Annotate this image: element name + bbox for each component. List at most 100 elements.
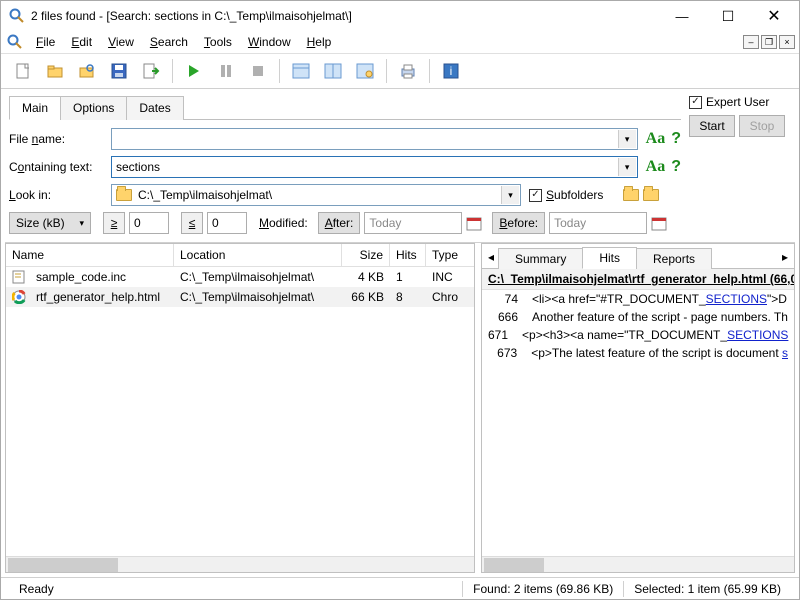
menu-edit[interactable]: Edit: [64, 33, 99, 51]
table-row[interactable]: rtf_generator_help.html C:\_Temp\ilmaiso…: [6, 287, 474, 307]
h-scrollbar[interactable]: [482, 556, 794, 572]
start-button-icon[interactable]: [180, 57, 208, 85]
file-name-label: File name:: [9, 132, 111, 146]
col-size[interactable]: Size: [342, 244, 390, 266]
containing-text-input[interactable]: sections▾: [111, 156, 638, 178]
menu-tools[interactable]: Tools: [197, 33, 239, 51]
before-button[interactable]: Before:: [492, 212, 545, 234]
search-tabs: Main Options Dates: [9, 95, 681, 120]
side-controls: ✓Expert User Start Stop: [681, 95, 791, 236]
case-toggle-icon[interactable]: Aa: [646, 130, 666, 148]
help-icon[interactable]: ?: [671, 158, 681, 176]
scroll-left-icon[interactable]: ◂: [484, 250, 498, 264]
file-name-input[interactable]: ▾: [111, 128, 638, 150]
mdi-close-button[interactable]: ×: [779, 35, 795, 49]
modified-label: Modified:: [259, 216, 308, 230]
layout-3-button[interactable]: [351, 57, 379, 85]
hit-line[interactable]: 666Another feature of the script - page …: [482, 308, 794, 326]
menu-help[interactable]: Help: [300, 33, 339, 51]
col-location[interactable]: Location: [174, 244, 342, 266]
case-toggle-icon[interactable]: Aa: [646, 158, 666, 176]
minimize-button[interactable]: —: [659, 1, 705, 31]
toolbar: i: [1, 53, 799, 89]
h-scrollbar[interactable]: [6, 556, 474, 572]
after-date-input[interactable]: Today: [364, 212, 462, 234]
le-button[interactable]: ≤: [181, 212, 203, 234]
mdi-controls: – ❐ ×: [743, 35, 799, 49]
about-button[interactable]: i: [437, 57, 465, 85]
maximize-button[interactable]: ☐: [705, 1, 751, 31]
col-hits[interactable]: Hits: [390, 244, 426, 266]
table-row[interactable]: sample_code.inc C:\_Temp\ilmaisohjelmat\…: [6, 267, 474, 287]
menu-view[interactable]: View: [101, 33, 141, 51]
before-date-input[interactable]: Today: [549, 212, 647, 234]
status-found: Found: 2 items (69.86 KB): [463, 582, 623, 596]
ge-button[interactable]: ≥: [103, 212, 125, 234]
print-button[interactable]: [394, 57, 422, 85]
chevron-down-icon[interactable]: ▾: [501, 186, 519, 204]
results-list-pane: Name Location Size Hits Type sample_code…: [5, 243, 475, 573]
export-button[interactable]: [137, 57, 165, 85]
layout-1-button[interactable]: [287, 57, 315, 85]
mdi-minimize-button[interactable]: –: [743, 35, 759, 49]
start-button[interactable]: Start: [689, 115, 735, 137]
hits-file-header: C:\_Temp\ilmaisohjelmat\rtf_generator_he…: [482, 269, 794, 290]
tab-options[interactable]: Options: [60, 96, 127, 120]
scroll-right-icon[interactable]: ▸: [778, 250, 792, 264]
titlebar: 2 files found - [Search: sections in C:\…: [1, 1, 799, 31]
calendar-icon[interactable]: [651, 215, 667, 231]
col-name[interactable]: Name: [6, 244, 174, 266]
look-in-input[interactable]: C:\_Temp\ilmaisohjelmat\▾: [111, 184, 521, 206]
pause-button[interactable]: [212, 57, 240, 85]
chevron-down-icon[interactable]: ▾: [618, 158, 636, 176]
folder-icon: [116, 189, 132, 201]
tab-dates[interactable]: Dates: [126, 96, 183, 120]
browse-folder-2-icon[interactable]: [643, 189, 659, 201]
chevron-down-icon[interactable]: ▾: [618, 130, 636, 148]
stop-button[interactable]: Stop: [739, 115, 785, 137]
layout-2-button[interactable]: [319, 57, 347, 85]
detail-tabs: ◂ Summary Hits Reports ▸: [482, 244, 794, 269]
open-search-button[interactable]: [73, 57, 101, 85]
col-type[interactable]: Type: [426, 244, 474, 266]
stop-button-icon[interactable]: [244, 57, 272, 85]
menu-file[interactable]: File: [29, 33, 62, 51]
look-in-label: Look in:: [9, 188, 111, 202]
size-ge-input[interactable]: 0: [129, 212, 169, 234]
menu-window[interactable]: Window: [241, 33, 298, 51]
size-unit-select[interactable]: Size (kB)▾: [9, 212, 91, 234]
results-body: sample_code.inc C:\_Temp\ilmaisohjelmat\…: [6, 267, 474, 556]
calendar-icon[interactable]: [466, 215, 482, 231]
window-title: 2 files found - [Search: sections in C:\…: [31, 9, 659, 23]
menubar: File Edit View Search Tools Window Help …: [1, 31, 799, 53]
mdi-restore-button[interactable]: ❐: [761, 35, 777, 49]
svg-text:i: i: [450, 64, 453, 78]
help-icon[interactable]: ?: [671, 130, 681, 148]
open-button[interactable]: [41, 57, 69, 85]
results-header: Name Location Size Hits Type: [6, 244, 474, 267]
new-button[interactable]: [9, 57, 37, 85]
hit-line[interactable]: 671<p><h3><a name="TR_DOCUMENT_SECTIONS: [482, 326, 794, 344]
close-button[interactable]: ✕: [751, 1, 797, 31]
status-selected: Selected: 1 item (65.99 KB): [624, 582, 791, 596]
results-split: Name Location Size Hits Type sample_code…: [5, 242, 795, 573]
hit-line[interactable]: 74<li><a href="#TR_DOCUMENT_SECTIONS">D: [482, 290, 794, 308]
search-icon: [7, 34, 23, 50]
search-form: Main Options Dates File name: ▾ Aa ? Con…: [1, 89, 799, 238]
app-icon: [9, 8, 25, 24]
subfolders-checkbox[interactable]: ✓Subfolders: [529, 188, 603, 202]
after-button[interactable]: After:: [318, 212, 361, 234]
tab-main[interactable]: Main: [9, 96, 61, 120]
detail-pane: ◂ Summary Hits Reports ▸ C:\_Temp\ilmais…: [481, 243, 795, 573]
tab-summary[interactable]: Summary: [498, 248, 583, 269]
expert-user-checkbox[interactable]: ✓Expert User: [689, 95, 791, 109]
tab-hits[interactable]: Hits: [582, 247, 637, 269]
save-button[interactable]: [105, 57, 133, 85]
tab-reports[interactable]: Reports: [636, 248, 712, 269]
menu-search[interactable]: Search: [143, 33, 195, 51]
browse-folder-icon[interactable]: [623, 189, 639, 201]
status-ready: Ready: [9, 582, 64, 596]
size-le-input[interactable]: 0: [207, 212, 247, 234]
hit-line[interactable]: 673<p>The latest feature of the script i…: [482, 344, 794, 362]
containing-text-label: Containing text:: [9, 160, 111, 174]
